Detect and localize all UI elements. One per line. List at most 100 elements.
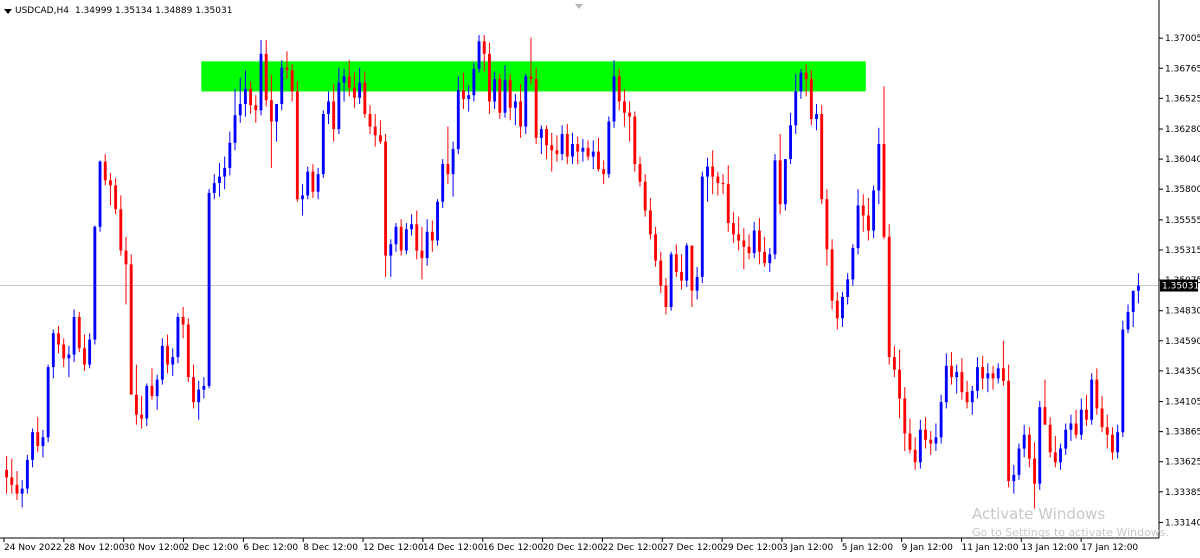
y-tick-label: 1.35800 bbox=[1165, 185, 1200, 195]
current-price-label: 1.35031 bbox=[1162, 282, 1199, 292]
candle-body bbox=[410, 224, 413, 230]
candle-body bbox=[192, 377, 195, 403]
candle-body bbox=[898, 369, 902, 399]
candle-body bbox=[887, 236, 891, 358]
candle-body bbox=[1043, 407, 1047, 425]
candle-body bbox=[462, 90, 465, 99]
candle bbox=[830, 239, 834, 310]
candle-body bbox=[773, 160, 777, 255]
candle-body bbox=[389, 244, 393, 256]
y-tick-label: 1.34590 bbox=[1165, 337, 1200, 347]
candle-body bbox=[965, 392, 969, 403]
candle-body bbox=[503, 80, 507, 113]
x-tick-label: 9 Jan 12:00 bbox=[902, 543, 954, 553]
candle-body bbox=[259, 53, 263, 111]
candle-body bbox=[223, 167, 227, 177]
candle-body bbox=[565, 134, 569, 157]
x-tick-label: 2 Dec 12:00 bbox=[184, 543, 239, 553]
candle-body bbox=[15, 484, 19, 494]
candle-body bbox=[1136, 285, 1140, 291]
chevron-down-icon[interactable] bbox=[4, 8, 12, 14]
candle-body bbox=[763, 251, 767, 264]
candle-body bbox=[799, 72, 803, 92]
candle-body bbox=[783, 159, 787, 205]
candle-body bbox=[109, 180, 112, 186]
candle-body bbox=[176, 316, 180, 358]
candle-body bbox=[882, 144, 886, 237]
candle-body bbox=[560, 134, 564, 155]
candle bbox=[129, 254, 133, 395]
candle-body bbox=[1131, 290, 1135, 312]
candle-body bbox=[1111, 434, 1114, 453]
candle-body bbox=[633, 116, 637, 165]
candle-body bbox=[991, 373, 995, 379]
candle-body bbox=[207, 192, 211, 386]
candle-body bbox=[622, 101, 626, 113]
candle-body bbox=[924, 429, 927, 440]
candle-body bbox=[908, 433, 912, 450]
x-tick-label: 6 Dec 12:00 bbox=[243, 543, 298, 553]
candle-body bbox=[628, 112, 632, 117]
candle-body bbox=[861, 205, 865, 216]
candle-body bbox=[275, 103, 278, 122]
candle-body bbox=[685, 245, 689, 281]
candle-body bbox=[674, 254, 678, 272]
candle-body bbox=[384, 141, 388, 256]
candle bbox=[436, 199, 439, 246]
candle-body bbox=[638, 164, 642, 182]
candle-body bbox=[1059, 448, 1062, 463]
candle-body bbox=[529, 76, 533, 79]
candle-body bbox=[498, 78, 502, 113]
candle bbox=[820, 105, 824, 205]
candle-body bbox=[285, 67, 289, 71]
candle-body bbox=[778, 160, 782, 205]
candle bbox=[77, 311, 81, 353]
y-tick-label: 1.33865 bbox=[1165, 428, 1200, 438]
x-tick-label: 11 Jan 12:00 bbox=[961, 543, 1018, 553]
candle-body bbox=[586, 147, 590, 157]
y-tick-label: 1.35555 bbox=[1165, 216, 1200, 226]
candle-body bbox=[524, 76, 528, 127]
candle-body bbox=[441, 164, 445, 202]
candle bbox=[872, 185, 876, 239]
candle-body bbox=[430, 231, 434, 241]
candle-body bbox=[602, 169, 606, 175]
candle bbox=[1007, 364, 1011, 488]
candle-body bbox=[1105, 427, 1109, 435]
x-tick-label: 14 Dec 12:00 bbox=[423, 543, 484, 553]
candle-body bbox=[794, 91, 798, 126]
candle bbox=[93, 225, 97, 345]
candle-body bbox=[976, 367, 979, 391]
candle-body bbox=[986, 373, 990, 379]
candle-body bbox=[918, 429, 922, 463]
candle-body bbox=[472, 68, 476, 96]
candle-body bbox=[513, 101, 517, 108]
candle-body bbox=[171, 357, 175, 365]
candle-body bbox=[643, 181, 647, 211]
candle-body bbox=[249, 88, 253, 106]
candle-body bbox=[1022, 434, 1026, 449]
symbol-header[interactable]: USDCAD,H4 1.34999 1.35134 1.34889 1.3503… bbox=[4, 4, 232, 18]
candle-body bbox=[1126, 311, 1130, 330]
candle-body bbox=[996, 368, 1000, 379]
candle-body bbox=[768, 254, 772, 264]
candle-body bbox=[119, 209, 123, 251]
x-tick-label: 22 Dec 12:00 bbox=[602, 543, 663, 553]
candle-body bbox=[680, 271, 683, 281]
candle-body bbox=[218, 176, 221, 183]
candle-body bbox=[892, 357, 896, 370]
candle-body bbox=[934, 437, 938, 444]
candle-body bbox=[1033, 458, 1036, 484]
chart-area[interactable]: 1.37005 1.36765 1.36525 1.36280 1.36040 1.358… bbox=[0, 0, 1200, 555]
candle-body bbox=[955, 372, 959, 378]
chart-shift-marker-icon[interactable] bbox=[575, 4, 583, 9]
candle-body bbox=[456, 90, 460, 150]
candle-body bbox=[124, 250, 128, 265]
chart-svg: 1.37005 1.36765 1.36525 1.36280 1.36040 1.358… bbox=[0, 0, 1200, 555]
candle-body bbox=[1069, 423, 1073, 430]
candle-body bbox=[67, 354, 71, 359]
candle-body bbox=[316, 174, 320, 192]
resistance-zone[interactable] bbox=[201, 61, 866, 92]
candle-body bbox=[571, 144, 574, 157]
x-tick-label: 8 Dec 12:00 bbox=[303, 543, 358, 553]
